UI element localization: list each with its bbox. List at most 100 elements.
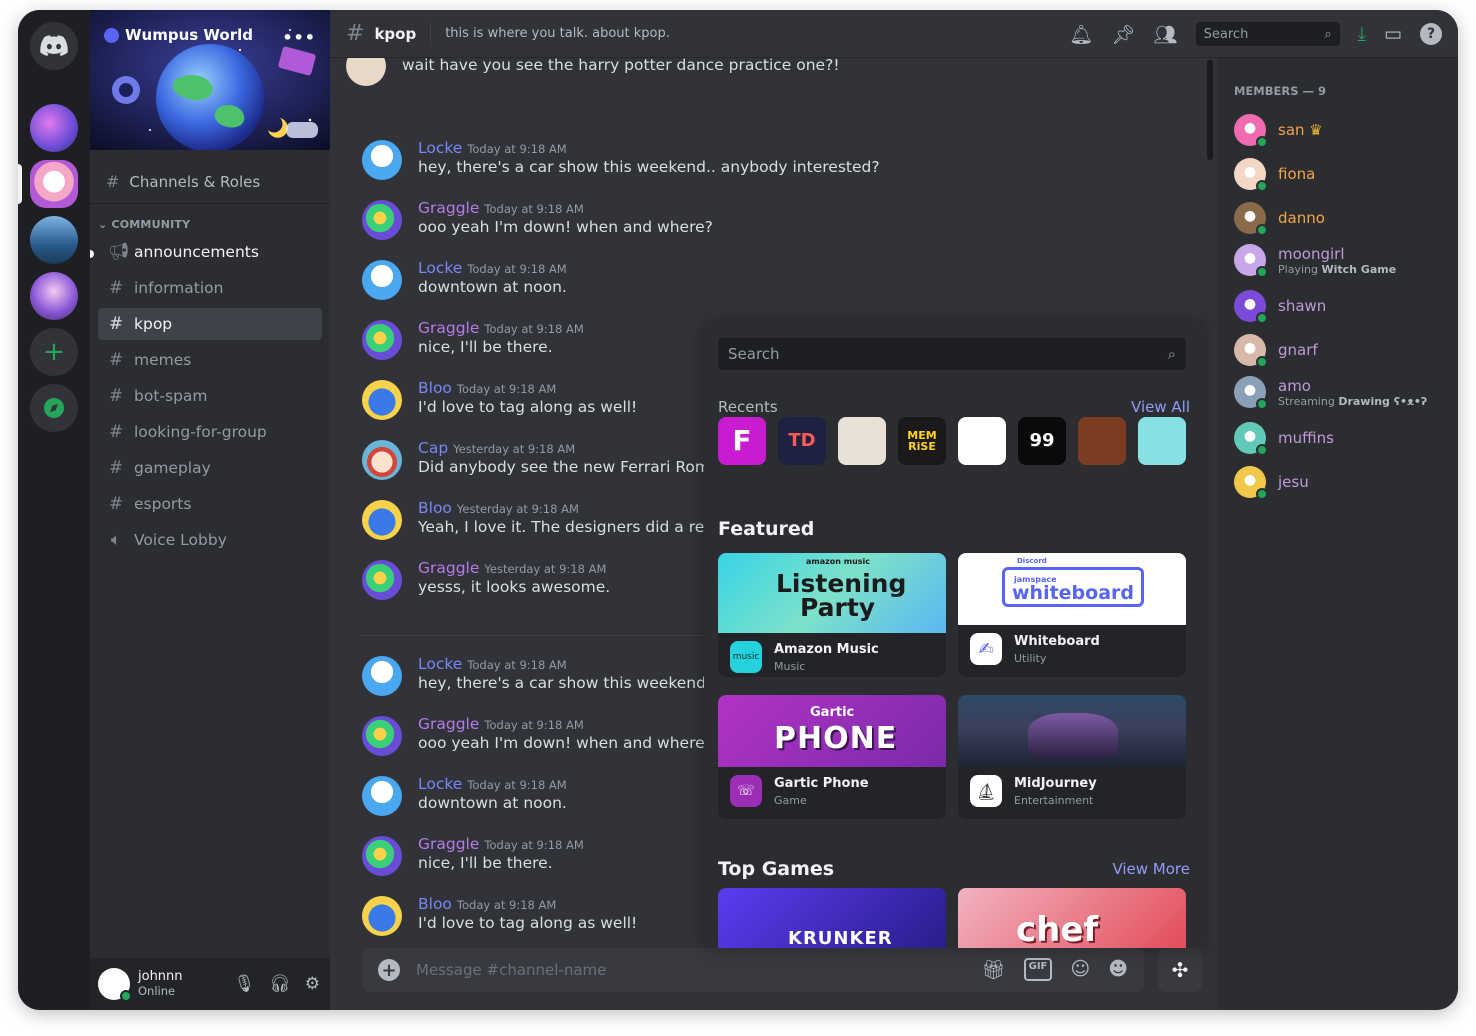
app-card-midjourney[interactable]: ⛵︎ MidJourney Entertainment — [958, 695, 1186, 819]
avatar[interactable] — [362, 140, 402, 180]
message-author[interactable]: Graggle — [418, 559, 479, 577]
headphones-icon[interactable]: 🎧︎ — [269, 974, 291, 994]
message-author[interactable]: Locke — [418, 655, 462, 673]
inbox-icon[interactable]: ▭ — [1384, 23, 1402, 45]
microphone-icon[interactable]: 🎙︎ — [234, 974, 256, 994]
member-avatar[interactable] — [1234, 466, 1268, 500]
recent-app-icon[interactable]: MEM RiSE — [898, 417, 946, 465]
download-icon[interactable]: ⤓ — [1358, 23, 1366, 45]
app-launcher-button[interactable]: ✣ — [1158, 948, 1202, 992]
message-composer[interactable]: + Message #channel-name 🎁︎ GIF ☺ ☻ — [362, 948, 1144, 992]
message-input[interactable]: Message #channel-name — [416, 961, 606, 979]
channels-and-roles[interactable]: # Channels & Roles — [90, 160, 330, 204]
member-avatar[interactable] — [1234, 422, 1268, 456]
message-author[interactable]: Locke — [418, 775, 462, 793]
channel-item-esports[interactable]: # esports — [98, 488, 322, 520]
pin-icon[interactable]: 📌︎ — [1111, 23, 1135, 46]
avatar[interactable] — [362, 200, 402, 240]
server-icon[interactable] — [30, 216, 78, 264]
member-avatar[interactable] — [1234, 334, 1268, 368]
avatar[interactable] — [362, 560, 402, 600]
emoji-icon[interactable]: ☻ — [1108, 958, 1128, 981]
server-icon[interactable] — [30, 272, 78, 320]
message-scrollbar[interactable] — [1207, 60, 1213, 160]
app-card-amazon-music[interactable]: amazon music Listening Party music Amazo… — [718, 553, 946, 677]
channel-item-looking-for-group[interactable]: # looking-for-group — [98, 416, 322, 448]
message-author[interactable]: Graggle — [418, 835, 479, 853]
game-tile-krunker[interactable]: KRUNKER — [718, 888, 946, 948]
view-all-link[interactable]: View All — [1131, 398, 1190, 416]
member-item[interactable]: san ♛ — [1234, 110, 1323, 150]
sticker-icon[interactable]: ☺ — [1070, 958, 1090, 981]
category-community[interactable]: ⌄ COMMUNITY — [98, 218, 190, 231]
member-item[interactable]: moongirl Playing Witch Game — [1234, 240, 1396, 280]
message-author[interactable]: Locke — [418, 139, 462, 157]
avatar[interactable] — [362, 440, 402, 480]
message-author[interactable]: Graggle — [418, 715, 479, 733]
server-icon-active[interactable] — [30, 160, 78, 208]
recent-app-icon[interactable] — [1138, 417, 1186, 465]
message-author[interactable]: Bloo — [418, 499, 452, 517]
avatar[interactable] — [362, 836, 402, 876]
avatar[interactable] — [346, 58, 386, 86]
game-tile-chef[interactable]: chef — [958, 888, 1186, 948]
message-author[interactable]: Graggle — [418, 319, 479, 337]
discover-button[interactable] — [30, 384, 78, 432]
avatar[interactable] — [362, 656, 402, 696]
message-author[interactable]: Bloo — [418, 379, 452, 397]
recent-app-icon[interactable] — [958, 417, 1006, 465]
member-avatar[interactable] — [1234, 114, 1268, 148]
message-author[interactable]: Cap — [418, 439, 448, 457]
member-avatar[interactable] — [1234, 376, 1268, 410]
avatar[interactable] — [362, 260, 402, 300]
avatar[interactable] — [362, 716, 402, 756]
channel-item-memes[interactable]: # memes — [98, 344, 322, 376]
recent-app-icon[interactable] — [1078, 417, 1126, 465]
member-item[interactable]: gnarf — [1234, 330, 1318, 370]
add-server-button[interactable]: + — [30, 328, 78, 376]
app-card-gartic-phone[interactable]: Gartic PHONE ☏ Gartic Phone Game — [718, 695, 946, 819]
recent-app-icon[interactable]: F — [718, 417, 766, 465]
server-banner[interactable]: Wumpus World ••• — [90, 10, 330, 150]
member-item[interactable]: danno — [1234, 198, 1325, 238]
member-avatar[interactable] — [1234, 290, 1268, 324]
channel-topic[interactable]: this is where you talk. about kpop. — [445, 26, 670, 41]
server-icon[interactable] — [30, 104, 78, 152]
view-more-link[interactable]: View More — [1112, 860, 1190, 878]
channel-item-kpop[interactable]: # kpop — [98, 308, 322, 340]
recent-app-icon[interactable] — [838, 417, 886, 465]
gear-icon[interactable]: ⚙ — [305, 974, 320, 994]
gift-icon[interactable]: 🎁︎ — [981, 958, 1005, 981]
channel-item-bot-spam[interactable]: # bot-spam — [98, 380, 322, 412]
message-author[interactable]: Locke — [418, 259, 462, 277]
attach-plus-icon[interactable]: + — [378, 959, 400, 981]
app-card-whiteboard[interactable]: Discord jamspace whiteboard ✍ Whiteboard… — [958, 553, 1186, 677]
avatar[interactable] — [362, 320, 402, 360]
member-avatar[interactable] — [1234, 158, 1268, 192]
search-input[interactable]: Search ⌕ — [1195, 22, 1340, 46]
gif-icon[interactable]: GIF — [1023, 958, 1053, 981]
member-item[interactable]: fiona — [1234, 154, 1315, 194]
channel-item-information[interactable]: # information — [98, 272, 322, 304]
message-author[interactable]: Graggle — [418, 199, 479, 217]
member-item[interactable]: amo Streaming Drawing ʕ•ᴥ•ʔ — [1234, 372, 1427, 412]
recent-app-icon[interactable]: 99 — [1018, 417, 1066, 465]
avatar[interactable] — [362, 380, 402, 420]
home-button[interactable] — [30, 22, 78, 70]
channel-item-voice-lobby[interactable]: 🔈︎ Voice Lobby — [98, 524, 322, 556]
member-item[interactable]: muffins — [1234, 418, 1334, 458]
message-author[interactable]: Bloo — [418, 895, 452, 913]
user-avatar[interactable] — [98, 968, 132, 1002]
avatar[interactable] — [362, 896, 402, 936]
member-avatar[interactable] — [1234, 202, 1268, 236]
channel-item-announcements[interactable]: 📢︎ announcements — [98, 236, 322, 268]
recent-app-icon[interactable]: TD — [778, 417, 826, 465]
help-icon[interactable]: ? — [1420, 23, 1442, 45]
server-menu-icon[interactable]: ••• — [282, 28, 316, 47]
members-icon[interactable]: 👥︎ — [1154, 23, 1178, 46]
member-avatar[interactable] — [1234, 244, 1268, 278]
user-info[interactable]: johnnn Online — [138, 969, 183, 999]
bell-icon[interactable]: 🔔︎ — [1069, 23, 1093, 46]
member-item[interactable]: jesu — [1234, 462, 1309, 502]
avatar[interactable] — [362, 776, 402, 816]
